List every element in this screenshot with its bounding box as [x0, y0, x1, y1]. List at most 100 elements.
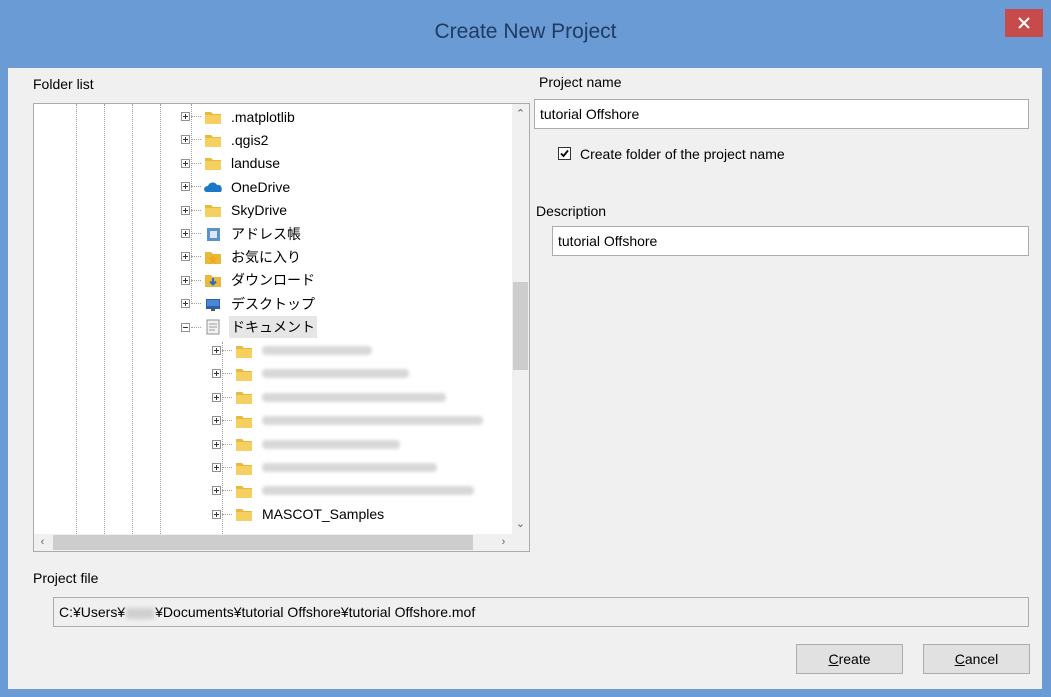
documents-icon — [203, 318, 223, 336]
tree-node-label: .matplotlib — [231, 108, 295, 125]
tree-node-label: お気に入り — [231, 248, 301, 265]
tree-connector — [191, 209, 201, 211]
scroll-down-icon[interactable]: ⌄ — [512, 516, 529, 533]
scroll-up-icon[interactable]: ⌃ — [512, 106, 529, 123]
folder-list-label: Folder list — [33, 76, 94, 92]
expand-icon[interactable] — [212, 486, 221, 496]
folder-icon — [234, 365, 254, 383]
project-file-label: Project file — [33, 570, 99, 586]
create-folder-checkbox[interactable] — [558, 147, 571, 160]
folder-tree-item[interactable]: landuse — [181, 152, 282, 175]
scroll-left-icon[interactable]: ‹ — [34, 534, 51, 551]
project-file-path: C:¥Users¥ ¥Documents¥tutorial Offshore¥tu… — [53, 597, 1029, 627]
expand-icon[interactable] — [181, 229, 190, 238]
expand-icon[interactable] — [181, 112, 190, 121]
folder-tree-item[interactable]: デスクトップ — [181, 292, 317, 315]
expand-icon[interactable] — [181, 275, 190, 285]
folder-tree-item[interactable]: SkyDrive — [181, 199, 289, 222]
folder-tree-subitem[interactable] — [212, 339, 372, 362]
tree-guide — [76, 104, 77, 534]
folder-icon — [234, 459, 254, 477]
expand-icon[interactable] — [181, 299, 190, 309]
expand-icon[interactable] — [181, 205, 190, 215]
folder-icon — [234, 482, 254, 500]
folder-tree-item[interactable]: .matplotlib — [181, 105, 297, 128]
tree-guide — [132, 104, 133, 534]
vertical-scroll-thumb[interactable] — [513, 282, 528, 370]
folder-tree-subitem[interactable] — [212, 409, 483, 432]
create-button[interactable]: Create — [796, 644, 903, 674]
close-button[interactable] — [1005, 9, 1043, 37]
redacted-folder-name — [262, 463, 437, 472]
tree-connector — [191, 139, 201, 141]
favorites-icon — [203, 248, 223, 266]
folder-tree-subitem[interactable]: MASCOT_Samples — [212, 503, 386, 526]
redacted-folder-name — [262, 439, 400, 449]
tree-connector — [222, 443, 232, 445]
title-bar[interactable]: Create New Project — [0, 0, 1051, 68]
folder-tree-item[interactable]: アドレス帳 — [181, 222, 303, 245]
folder-tree-subitem[interactable] — [212, 479, 474, 502]
description-input[interactable]: tutorial Offshore — [552, 226, 1029, 256]
create-button-label: Create — [828, 651, 871, 667]
project-name-label: Project name — [539, 74, 622, 90]
cancel-button-label: Cancel — [954, 651, 999, 667]
folder-icon — [203, 201, 223, 219]
collapse-icon[interactable] — [181, 322, 190, 332]
desktop-icon — [203, 295, 223, 313]
folder-tree-item[interactable]: .qgis2 — [181, 128, 270, 151]
project-name-input[interactable]: tutorial Offshore — [534, 99, 1029, 129]
tree-connector — [191, 116, 201, 117]
folder-tree-item[interactable]: ダウンロード — [181, 269, 317, 292]
scrollbar-corner — [512, 534, 529, 551]
expand-icon[interactable] — [212, 392, 221, 402]
expand-icon[interactable] — [181, 182, 190, 192]
tree-connector — [222, 373, 232, 375]
folder-tree[interactable]: .matplotlib .qgis2 landuse OneDrive SkyDrive… — [33, 103, 530, 552]
tree-connector — [191, 186, 201, 188]
cancel-button[interactable]: Cancel — [923, 644, 1030, 674]
tree-connector — [222, 467, 232, 468]
folder-tree-subitem[interactable] — [212, 386, 446, 409]
expand-icon[interactable] — [212, 439, 221, 449]
expand-icon[interactable] — [181, 158, 190, 168]
tree-node-label: landuse — [231, 155, 281, 172]
horizontal-scroll-thumb[interactable] — [53, 535, 473, 550]
create-folder-label[interactable]: Create folder of the project name — [580, 146, 785, 162]
tree-node-label: OneDrive — [231, 178, 291, 195]
expand-icon[interactable] — [181, 135, 190, 145]
folder-tree-item[interactable]: ドキュメント — [181, 316, 317, 339]
tree-connector — [222, 350, 232, 351]
expand-icon[interactable] — [212, 463, 221, 472]
folder-icon — [234, 505, 254, 523]
expand-icon[interactable] — [212, 509, 221, 519]
expand-icon[interactable] — [212, 416, 221, 426]
tree-node-label: デスクトップ — [231, 295, 315, 312]
folder-tree-subitem[interactable] — [212, 362, 409, 385]
tree-node-label: .qgis2 — [231, 131, 269, 148]
folder-icon — [203, 154, 223, 172]
project-file-suffix: ¥Documents¥tutorial Offshore¥tutorial Of… — [155, 604, 476, 620]
folder-icon — [203, 108, 223, 126]
expand-icon[interactable] — [181, 252, 190, 262]
scroll-right-icon[interactable]: › — [495, 534, 512, 551]
expand-icon[interactable] — [212, 346, 221, 355]
tree-connector — [191, 162, 201, 164]
expand-icon[interactable] — [212, 369, 221, 379]
redacted-folder-name — [262, 369, 409, 379]
tree-connector — [222, 490, 232, 492]
folder-tree-subitem[interactable] — [212, 456, 437, 479]
tree-guide — [160, 104, 161, 534]
tree-connector — [222, 396, 232, 398]
dialog-title: Create New Project — [434, 20, 617, 43]
horizontal-scrollbar[interactable]: ‹ › — [34, 534, 512, 551]
tree-node-label: アドレス帳 — [231, 225, 301, 242]
folder-tree-item[interactable]: お気に入り — [181, 245, 303, 268]
vertical-scrollbar[interactable]: ⌃ ⌄ — [512, 104, 529, 535]
tree-connector — [191, 326, 201, 328]
folder-tree-item[interactable]: OneDrive — [181, 175, 292, 198]
folder-tree-subitem[interactable] — [212, 433, 400, 456]
tree-node-label: MASCOT_Samples — [262, 506, 385, 523]
folder-icon — [234, 342, 254, 360]
redacted-folder-name — [262, 346, 372, 355]
